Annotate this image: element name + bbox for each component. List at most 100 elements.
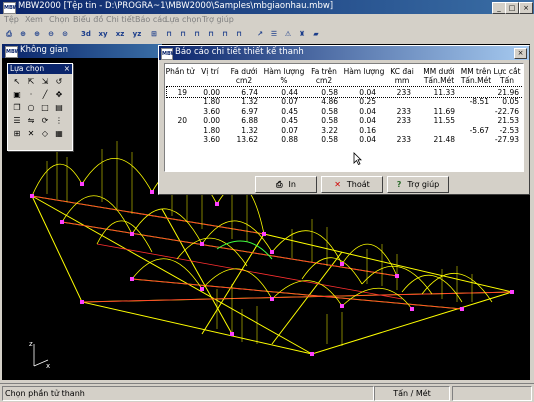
node-icon[interactable]: · — [25, 89, 37, 100]
workspace-logo-icon: MBW — [5, 46, 20, 58]
report-table[interactable]: Phần tử Vị trí Fa dưới cm2 Hàm lượng% Fa … — [164, 63, 524, 172]
header-fa-bottom: Fa dưới cm2 — [230, 67, 258, 85]
move-icon[interactable]: ✥ — [53, 89, 65, 100]
arrow-tool-icon[interactable]: ↗ — [254, 28, 266, 40]
view-yz-icon[interactable]: yz — [131, 28, 143, 40]
table-cell: 0.00 — [203, 116, 220, 126]
table-cell: 19 — [177, 88, 187, 97]
header-ratio-2: Hàm lượng — [343, 67, 385, 76]
palette-close-icon[interactable]: × — [64, 64, 70, 74]
table-cell: 233 — [396, 106, 411, 116]
view-xy-icon[interactable]: xy — [97, 28, 109, 40]
header-stirrup: KC đai mm — [390, 67, 414, 85]
frame-e-icon[interactable]: ⊓ — [219, 28, 231, 40]
frame-a-icon[interactable]: ⊓ — [163, 28, 175, 40]
frame-icon[interactable]: ▣ — [11, 89, 23, 100]
frame-c-icon[interactable]: ⊓ — [191, 28, 203, 40]
undo-select-icon[interactable]: ↺ — [53, 76, 65, 87]
select-arrow-icon[interactable]: ↖ — [11, 76, 23, 87]
header-ratio-1: Hàm lượng% — [263, 67, 305, 85]
table-cell: 13.62 — [236, 135, 258, 144]
table-cell: -27.93 — [494, 135, 519, 144]
report-dialog: MBW Báo cáo chi tiết thiết kế thanh × Ph… — [158, 45, 530, 195]
axis-z-label: z — [29, 340, 33, 348]
menu-select[interactable]: Chọn — [49, 15, 70, 24]
close-button[interactable]: × — [519, 2, 533, 14]
select-node-icon[interactable]: ⇱ — [25, 76, 37, 87]
table-cell: 21.53 — [497, 116, 519, 126]
header-fa-top: Fa trên cm2 — [311, 67, 337, 85]
header-position: Vị trí — [201, 67, 219, 76]
list-tool-icon[interactable]: ☰ — [268, 28, 280, 40]
frame-b-icon[interactable]: ⊓ — [177, 28, 189, 40]
header-mm-top: MM trên Tấn.Mét — [460, 67, 492, 85]
mirror-icon[interactable]: ⇋ — [25, 115, 37, 126]
dialog-title: Báo cáo chi tiết thiết kế thanh — [175, 47, 304, 57]
table-cell: 21.48 — [433, 135, 455, 144]
folder-icon[interactable]: ▰ — [310, 28, 322, 40]
load-icon[interactable]: ♜ — [296, 28, 308, 40]
menu-view[interactable]: Xem — [25, 15, 43, 24]
table-cell: 0.58 — [321, 116, 338, 126]
table-cell: 1.32 — [241, 97, 258, 107]
rotate-icon[interactable]: ⟳ — [39, 115, 51, 126]
table-cell: 0.04 — [359, 116, 376, 126]
warning-icon[interactable]: ⚠ — [282, 28, 294, 40]
table-cell: 0.45 — [281, 106, 298, 116]
table-cell: -5.67 — [469, 125, 489, 135]
copy-icon[interactable]: ❐ — [11, 102, 23, 113]
table-cell: 6.74 — [241, 88, 258, 97]
view-3d-icon[interactable]: 3d — [80, 28, 92, 40]
rect-icon[interactable]: □ — [39, 102, 51, 113]
zoom-in-icon[interactable]: ⊕ — [31, 28, 43, 40]
table-cell: 0.16 — [359, 125, 376, 135]
menu-report[interactable]: Báo cáo — [135, 15, 167, 24]
list-icon[interactable]: ☰ — [11, 115, 23, 126]
table-cell: 4.86 — [321, 97, 338, 107]
zoom-window-icon[interactable]: ⊕ — [17, 28, 29, 40]
menu-detail[interactable]: Chi tiết — [106, 15, 135, 24]
table-cell: 0.04 — [359, 88, 376, 97]
grid-icon[interactable]: ⊞ — [148, 28, 160, 40]
select-bar-icon[interactable]: ⇲ — [39, 76, 51, 87]
help-button[interactable]: ? Trợ giúp — [387, 176, 449, 193]
region-icon[interactable]: ▦ — [53, 128, 65, 139]
view-xz-icon[interactable]: xz — [114, 28, 126, 40]
dialog-titlebar: MBW Báo cáo chi tiết thiết kế thanh × — [159, 46, 529, 60]
dialog-close-button[interactable]: × — [514, 48, 527, 59]
table-cell: -8.51 — [469, 97, 489, 107]
minimize-button[interactable]: _ — [492, 2, 506, 14]
status-bar: Chọn phần tử thanh Tấn / Mét — [0, 383, 534, 402]
zoom-all-icon[interactable]: ⊙ — [59, 28, 71, 40]
menu-help[interactable]: Trợ giúp — [202, 15, 234, 24]
node-markers — [30, 182, 514, 356]
print-icon[interactable]: ⎙ — [3, 28, 15, 40]
table-cell: 1.80 — [203, 125, 220, 135]
table-cell: 0.88 — [281, 135, 298, 144]
menu-options[interactable]: Lựa chọn — [165, 15, 201, 24]
table-cell: -2.53 — [499, 125, 519, 135]
print-button[interactable]: ⎙ In — [255, 176, 317, 193]
menu-file[interactable]: Tệp — [4, 15, 19, 24]
plane-icon[interactable]: ◇ — [39, 128, 51, 139]
table-cell: 0.45 — [281, 116, 298, 126]
mouse-cursor-icon — [353, 152, 362, 165]
palette-title: Lựa chọn × — [8, 64, 72, 74]
maximize-button[interactable]: □ — [505, 2, 519, 14]
table-cell: 0.05 — [502, 97, 519, 107]
selection-palette: Lựa chọn × ↖ ⇱ ⇲ ↺ ▣ · ╱ ✥ ❐ ○ □ ▤ ☰ ⇋ ⟳ … — [7, 63, 73, 151]
exit-button[interactable]: ✕ Thoát — [321, 176, 383, 193]
array-icon[interactable]: ⋮ — [53, 115, 65, 126]
cross-icon[interactable]: ✕ — [25, 128, 37, 139]
grid-select-icon[interactable]: ⊞ — [11, 128, 23, 139]
circle-icon[interactable]: ○ — [25, 102, 37, 113]
table-cell: 11.55 — [433, 116, 455, 126]
group-icon[interactable]: ▤ — [53, 102, 65, 113]
zoom-out-icon[interactable]: ⊖ — [45, 28, 57, 40]
table-cell: 0.07 — [281, 125, 298, 135]
frame-f-icon[interactable]: ⊓ — [233, 28, 245, 40]
frame-d-icon[interactable]: ⊓ — [205, 28, 217, 40]
bar-icon[interactable]: ╱ — [39, 89, 51, 100]
axis-x-label: x — [46, 362, 50, 370]
menu-diagram[interactable]: Biểu đồ — [73, 15, 103, 24]
